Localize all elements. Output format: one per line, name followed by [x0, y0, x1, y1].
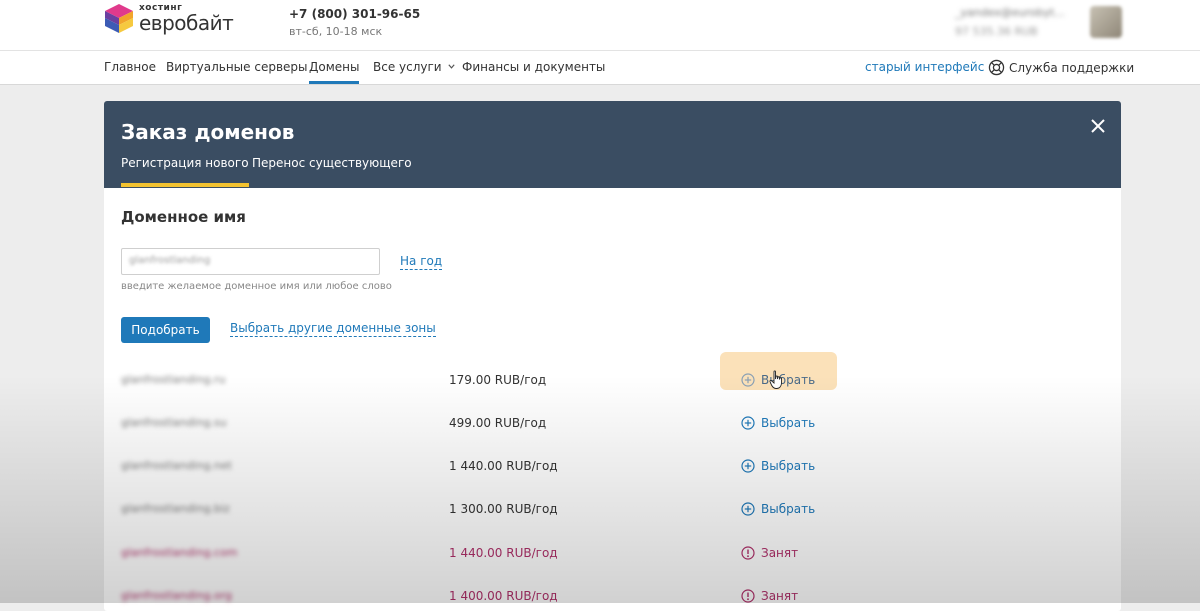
plus-circle-icon: [741, 373, 755, 387]
logo[interactable]: хостинг евробайт: [103, 3, 234, 37]
select-label: Выбрать: [761, 416, 816, 430]
phone-number[interactable]: +7 (800) 301-96-65: [289, 7, 420, 21]
result-domain: glanfrostlanding.org: [121, 589, 232, 602]
result-row: glanfrostlanding.ru 179.00 RUB/год Выбра…: [104, 352, 1121, 403]
select-label: Выбрать: [761, 459, 816, 473]
logo-mark-icon: [105, 4, 133, 33]
domain-name-value: glanfrostlanding: [129, 255, 211, 266]
result-price: 1 440.00 RUB/год: [449, 459, 558, 473]
period-link[interactable]: На год: [400, 254, 443, 270]
lifebuoy-icon: [988, 59, 1005, 76]
plus-circle-icon: [741, 502, 755, 516]
top-header: хостинг евробайт +7 (800) 301-96-65 вт-с…: [0, 0, 1200, 51]
result-price: 499.00 RUB/год: [449, 416, 547, 430]
result-domain: glanfrostlanding.com: [121, 546, 238, 559]
result-domain: glanfrostlanding.biz: [121, 502, 230, 515]
plus-circle-icon: [741, 416, 755, 430]
nav-item-domains[interactable]: Домены: [309, 60, 360, 84]
account-menu[interactable]: _yandex@eurobyt... 97 535.36 RUB: [955, 6, 1080, 38]
account-balance: 97 535.36 RUB: [955, 25, 1038, 38]
account-email: _yandex@eurobyt...: [955, 6, 1065, 19]
tab-register-new[interactable]: Регистрация нового: [121, 156, 249, 187]
logo-name: евробайт: [139, 11, 234, 35]
support-link[interactable]: Служба поддержки: [988, 59, 1134, 76]
taken-label: Занят: [761, 589, 799, 603]
modal-header: Заказ доменов Регистрация нового Перенос…: [104, 101, 1121, 188]
pick-button[interactable]: Подобрать: [121, 317, 210, 343]
result-row: glanfrostlanding.org 1 400.00 RUB/год За…: [104, 576, 1121, 611]
avatar[interactable]: [1090, 6, 1122, 38]
taken-label: Занят: [761, 546, 799, 560]
select-button[interactable]: Выбрать: [741, 459, 815, 473]
main-nav: Главное Виртуальные серверы Домены Все у…: [0, 51, 1200, 85]
result-domain: glanfrostlanding.ru: [121, 373, 226, 386]
result-price: 1 440.00 RUB/год: [449, 546, 558, 560]
working-hours: вт-сб, 10-18 мск: [289, 25, 383, 38]
select-button[interactable]: Выбрать: [741, 416, 815, 430]
select-button[interactable]: Выбрать: [741, 502, 815, 516]
taken-status: Занят: [741, 589, 798, 603]
plus-circle-icon: [741, 459, 755, 473]
nav-item-all-services[interactable]: Все услуги: [373, 60, 456, 74]
old-interface-link[interactable]: старый интерфейс: [865, 60, 984, 74]
nav-item-main[interactable]: Главное: [104, 60, 156, 74]
support-label: Служба поддержки: [1009, 61, 1135, 75]
nav-item-all-services-label: Все услуги: [373, 60, 442, 74]
chevron-down-icon: [447, 64, 455, 69]
domain-name-heading: Доменное имя: [121, 208, 246, 226]
result-price: 179.00 RUB/год: [449, 373, 547, 387]
close-icon[interactable]: [1088, 116, 1108, 136]
hand-pointer-icon: [769, 370, 782, 389]
result-row: glanfrostlanding.com 1 440.00 RUB/год За…: [104, 533, 1121, 576]
domain-order-modal: Заказ доменов Регистрация нового Перенос…: [104, 101, 1121, 611]
nav-item-virtual-servers[interactable]: Виртуальные серверы: [166, 60, 308, 74]
exclamation-circle-icon: [741, 546, 755, 560]
tab-transfer-existing[interactable]: Перенос существующего: [252, 156, 412, 170]
domain-input-hint: введите желаемое доменное имя или любое …: [121, 281, 392, 292]
result-row: glanfrostlanding.su 499.00 RUB/год Выбра…: [104, 403, 1121, 446]
exclamation-circle-icon: [741, 589, 755, 603]
result-row: glanfrostlanding.biz 1 300.00 RUB/год Вы…: [104, 489, 1121, 532]
result-domain: glanfrostlanding.net: [121, 459, 232, 472]
result-price: 1 400.00 RUB/год: [449, 589, 558, 603]
result-domain: glanfrostlanding.su: [121, 416, 227, 429]
nav-item-finance-docs[interactable]: Финансы и документы: [462, 60, 605, 74]
taken-status: Занят: [741, 546, 798, 560]
result-row: glanfrostlanding.net 1 440.00 RUB/год Вы…: [104, 446, 1121, 489]
other-zones-link[interactable]: Выбрать другие доменные зоны: [230, 321, 436, 337]
select-label: Выбрать: [761, 502, 816, 516]
domain-name-input[interactable]: glanfrostlanding: [121, 248, 380, 275]
modal-title: Заказ доменов: [121, 120, 295, 144]
result-price: 1 300.00 RUB/год: [449, 502, 558, 516]
